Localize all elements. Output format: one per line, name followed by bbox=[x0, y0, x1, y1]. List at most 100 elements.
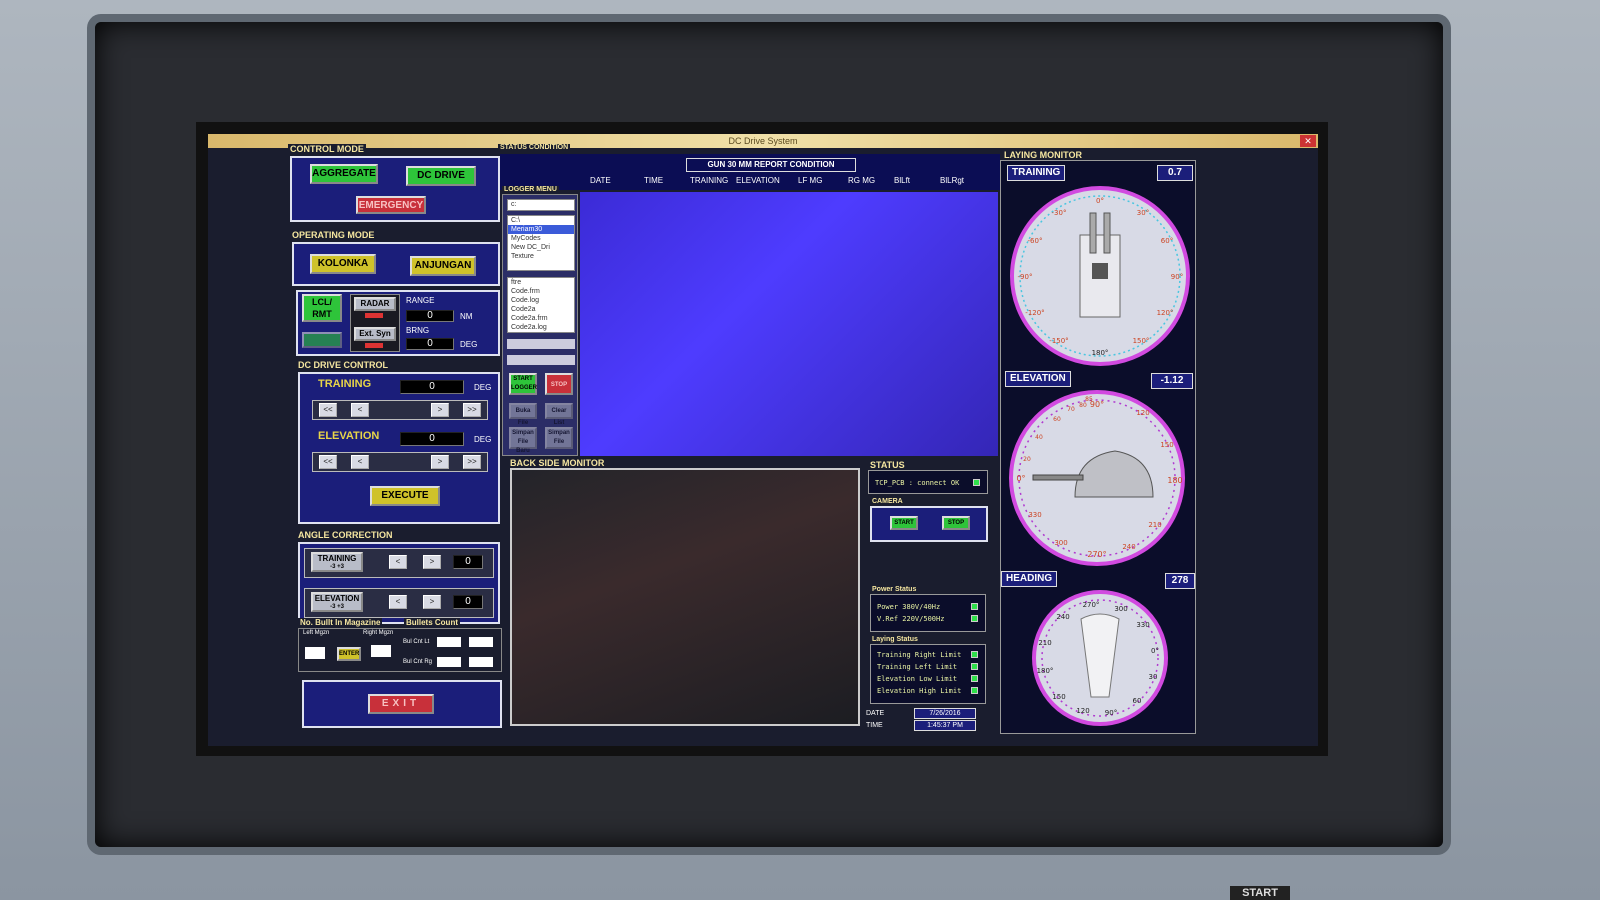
anjungan-button[interactable]: ANJUNGAN bbox=[410, 256, 476, 276]
file-item[interactable]: Code.frm bbox=[508, 287, 574, 296]
time-value: 1:45:37 PM bbox=[914, 720, 976, 731]
folder-item-selected[interactable]: Meriam30 bbox=[508, 225, 574, 234]
elevation-tick-240: 240 bbox=[1122, 543, 1135, 551]
right-mgzn-label: Right Mgzn bbox=[363, 630, 394, 636]
right-mgzn-input[interactable] bbox=[371, 645, 391, 657]
col-time: TIME bbox=[644, 176, 664, 185]
file-name-input[interactable] bbox=[507, 339, 575, 349]
file-item[interactable]: Code2a bbox=[508, 305, 574, 314]
camera-start-button[interactable]: START bbox=[890, 516, 918, 530]
drive-select-value: c: bbox=[511, 201, 517, 208]
power-380v-led bbox=[971, 603, 978, 610]
clear-list-button[interactable]: Clear List bbox=[545, 403, 573, 426]
left-mgzn-input[interactable] bbox=[305, 647, 325, 659]
operating-mode-panel: KOLONKA ANJUNGAN bbox=[292, 242, 500, 286]
report-header: GUN 30 MM REPORT CONDITION DATE TIME TRA… bbox=[500, 154, 1000, 190]
training-correction-dec-button[interactable]: < bbox=[389, 555, 407, 569]
training-tick-150: 150° bbox=[1133, 337, 1150, 345]
folder-item[interactable]: MyCodes bbox=[508, 234, 574, 243]
elevation-left-button[interactable]: < bbox=[351, 455, 369, 469]
dc-drive-button[interactable]: DC DRIVE bbox=[406, 166, 476, 186]
training-tick-m150: -150° bbox=[1049, 337, 1068, 345]
file-item[interactable]: Code.log bbox=[508, 296, 574, 305]
turret-hatch-icon bbox=[1092, 263, 1108, 279]
radar-button[interactable]: RADAR bbox=[354, 297, 396, 311]
file-item[interactable]: Code2a.log bbox=[508, 323, 574, 332]
close-icon[interactable]: ✕ bbox=[1300, 135, 1316, 147]
tcp-status-led bbox=[973, 479, 980, 486]
camera-stop-button[interactable]: STOP bbox=[942, 516, 970, 530]
stop-logger-button[interactable]: STOP bbox=[545, 373, 573, 395]
training-tick-m60: -60° bbox=[1028, 237, 1043, 245]
enter-button[interactable]: ENTER bbox=[337, 647, 361, 661]
elevation-fast-right-button[interactable]: >> bbox=[463, 455, 481, 469]
dc-drive-control-title: DC DRIVE CONTROL bbox=[296, 360, 390, 370]
log-interval-input[interactable] bbox=[507, 355, 575, 365]
power-380v-text: Power 380V/40Hz bbox=[877, 603, 941, 611]
folder-item[interactable]: Texture bbox=[508, 252, 574, 261]
aggregate-button[interactable]: AGGREGATE bbox=[310, 164, 378, 184]
elevation-fast-left-button[interactable]: << bbox=[319, 455, 337, 469]
radar-group: RADAR Ext. Syn bbox=[350, 294, 400, 352]
col-lf-mg: LF MG bbox=[798, 176, 823, 185]
elevation-tick-20: 20 bbox=[1023, 456, 1031, 463]
file-item[interactable]: ftre bbox=[508, 278, 574, 287]
app-screen: DC Drive System ✕ CONTROL MODE AGGREGATE… bbox=[208, 134, 1318, 746]
range-label: RANGE bbox=[406, 296, 435, 305]
training-value: 0 bbox=[400, 380, 464, 394]
range-value: 0 bbox=[406, 310, 454, 322]
training-right-button[interactable]: > bbox=[431, 403, 449, 417]
mode-select-panel: LCL/ RMT RADAR Ext. Syn RANGE 0 NM BRNG … bbox=[296, 290, 500, 356]
kolonka-button[interactable]: KOLONKA bbox=[310, 254, 376, 274]
buka-file-button[interactable]: Buka File bbox=[509, 403, 537, 426]
execute-button[interactable]: EXECUTE bbox=[370, 486, 440, 506]
elevation-correction-dec-button[interactable]: < bbox=[389, 595, 407, 609]
training-left-button[interactable]: < bbox=[351, 403, 369, 417]
training-tick-m90: -90° bbox=[1018, 273, 1033, 281]
elevation-right-button[interactable]: > bbox=[431, 455, 449, 469]
heading-tick-240: 240 bbox=[1056, 613, 1069, 621]
training-tick-120: 120° bbox=[1157, 309, 1174, 317]
file-item[interactable]: Code2a.frm bbox=[508, 314, 574, 323]
elevation-low-limit-led bbox=[971, 675, 978, 682]
emergency-button[interactable]: EMERGENCY bbox=[356, 196, 426, 214]
drive-select[interactable]: c: bbox=[507, 199, 575, 211]
lcl-rmt-button[interactable]: LCL/ RMT bbox=[302, 294, 342, 322]
ext-syn-button[interactable]: Ext. Syn bbox=[354, 327, 396, 341]
elevation-correction-inc-button[interactable]: > bbox=[423, 595, 441, 609]
heading-tick-120: 120 bbox=[1076, 707, 1089, 715]
bul-cnt-lt-input-1[interactable] bbox=[437, 637, 461, 647]
folder-list[interactable]: C:\ Meriam30 MyCodes New DC_Dri Texture bbox=[507, 215, 575, 271]
camera-title: CAMERA bbox=[870, 498, 905, 505]
radar-status-led bbox=[365, 313, 383, 318]
file-list[interactable]: ftre Code.frm Code.log Code2a Code2a.frm… bbox=[507, 277, 575, 333]
date-value: 7/26/2016 bbox=[914, 708, 976, 719]
training-fast-right-button[interactable]: >> bbox=[463, 403, 481, 417]
magazine-panel: Left Mgzn Right Mgzn ENTER Bul Cnt Lt Bu… bbox=[298, 628, 502, 672]
laying-status-box: Training Right Limit Training Left Limit… bbox=[870, 644, 986, 704]
folder-item[interactable]: C:\ bbox=[508, 216, 574, 225]
training-correction-value: 0 bbox=[453, 555, 483, 569]
training-tick-60: 60° bbox=[1161, 237, 1173, 245]
simpan-file-baru-button[interactable]: Simpan File Baru bbox=[509, 427, 537, 454]
report-log-area bbox=[580, 192, 998, 456]
bul-cnt-lt-input-2[interactable] bbox=[469, 637, 493, 647]
exit-button[interactable]: EXIT bbox=[368, 694, 434, 714]
training-correction-name: TRAINING bbox=[317, 554, 357, 563]
bul-cnt-lt-label: Bul Cnt Lt bbox=[403, 639, 430, 645]
datetime-box: DATE 7/26/2016 TIME 1:45:37 PM bbox=[864, 708, 980, 734]
angle-correction-panel: TRAINING -3 +3 < > 0 ELEVATION -3 +3 < >… bbox=[298, 542, 500, 624]
training-fast-left-button[interactable]: << bbox=[319, 403, 337, 417]
bul-cnt-rg-input-1[interactable] bbox=[437, 657, 461, 667]
heading-tick-0: 0° bbox=[1151, 647, 1159, 655]
folder-item[interactable]: New DC_Dri bbox=[508, 243, 574, 252]
heading-dial-label: HEADING bbox=[1001, 571, 1058, 587]
simpan-file-button[interactable]: Simpan File bbox=[545, 427, 573, 449]
start-logger-button[interactable]: START LOGGER bbox=[509, 373, 537, 395]
bul-cnt-rg-input-2[interactable] bbox=[469, 657, 493, 667]
training-label: TRAINING bbox=[318, 378, 372, 390]
training-correction-inc-button[interactable]: > bbox=[423, 555, 441, 569]
dc-drive-control-panel: TRAINING 0 DEG << < > >> ELEVATION 0 DEG… bbox=[298, 372, 500, 524]
training-dial-value: 0.7 bbox=[1157, 165, 1193, 181]
elevation-correction-row: ELEVATION -3 +3 < > 0 bbox=[304, 588, 494, 618]
